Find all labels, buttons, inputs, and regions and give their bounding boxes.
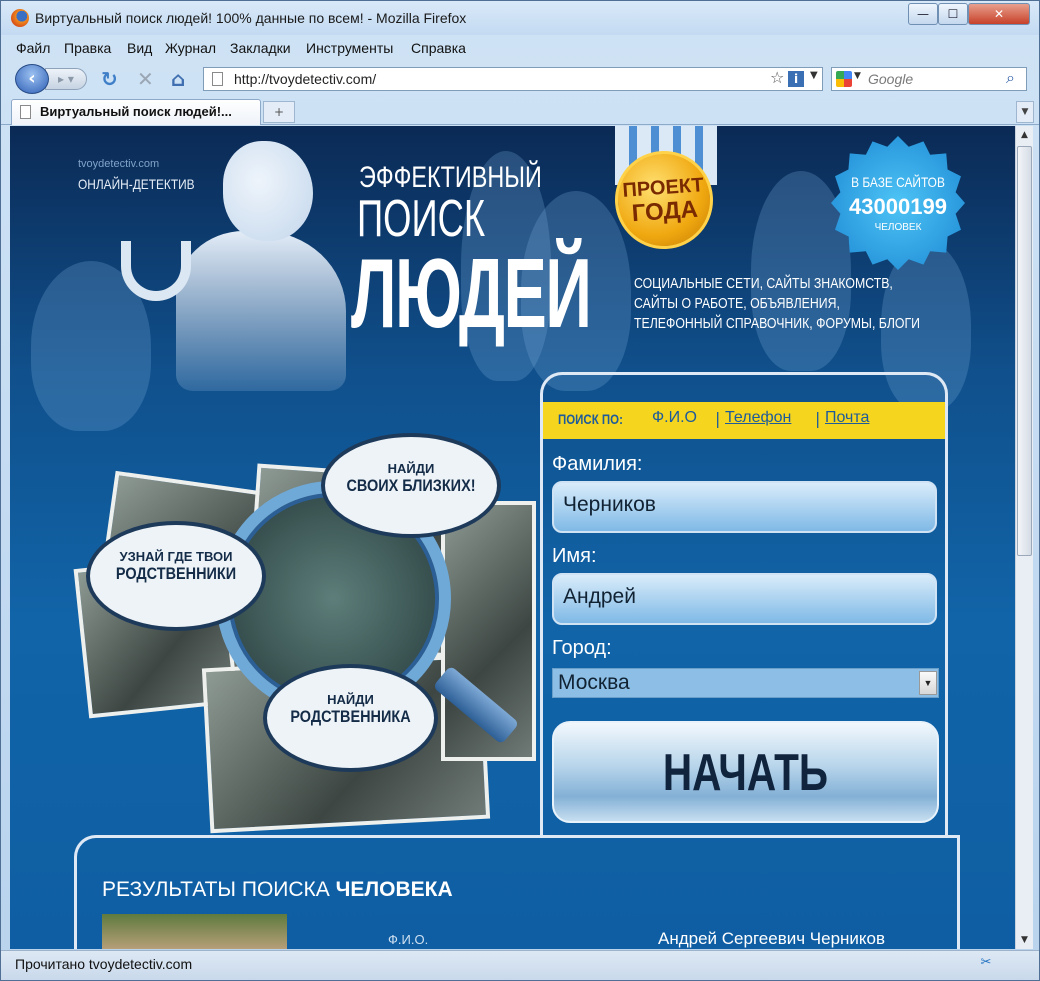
- maximize-button[interactable]: ☐: [938, 3, 968, 25]
- sources-line: ТЕЛЕФОННЫЙ СПРАВОЧНИК, ФОРУМЫ, БЛОГИ: [634, 315, 921, 332]
- tab-label[interactable]: Виртуальный поиск людей!...: [40, 104, 232, 119]
- tab-mail[interactable]: Почта: [825, 409, 869, 427]
- heading-line-3: ЛЮДЕЙ: [351, 238, 592, 348]
- page-icon: [212, 72, 223, 86]
- menu-history[interactable]: Журнал: [165, 40, 216, 56]
- sources-list: СОЦИАЛЬНЫЕ СЕТИ, САЙТЫ ЗНАКОМСТВ, САЙТЫ …: [634, 274, 920, 334]
- detective-head: [223, 141, 313, 241]
- google-icon[interactable]: [836, 71, 852, 87]
- database-count-badge: В БАЗЕ САЙТОВ 43000199 ЧЕЛОВЕК: [831, 136, 965, 270]
- info-icon[interactable]: i: [788, 71, 804, 87]
- bubble-small-text: НАЙДИ: [387, 461, 435, 476]
- window-title: Виртуальный поиск людей! 100% данные по …: [35, 10, 467, 26]
- address-bar[interactable]: http://tvoydetectiv.com/ ☆ i ▼: [203, 67, 823, 91]
- start-search-label: НАЧАТЬ ПОИСК: [662, 744, 829, 802]
- chevron-down-icon[interactable]: ▼: [854, 71, 861, 81]
- search-icon[interactable]: ⌕: [1006, 68, 1015, 88]
- tabs-list-button[interactable]: ▼: [1016, 101, 1034, 123]
- scroll-up-arrow[interactable]: ▲: [1016, 126, 1033, 144]
- menu-view[interactable]: Вид: [127, 40, 152, 56]
- badge-unit: ЧЕЛОВЕК: [874, 222, 922, 233]
- close-button[interactable]: ✕: [968, 3, 1030, 25]
- scroll-down-arrow[interactable]: ▼: [1016, 931, 1033, 949]
- results-panel: РЕЗУЛЬТАТЫ ПОИСКА ЧЕЛОВЕКА Ф.И.О. Андрей…: [74, 835, 960, 949]
- bubble-big-text: СВОИХ БЛИЗКИХ!: [346, 476, 476, 495]
- search-bar[interactable]: ▼ Google ⌕: [831, 67, 1027, 91]
- bubble-small-text: НАЙДИ: [327, 692, 374, 707]
- city-select[interactable]: Москва ▼: [552, 668, 939, 698]
- sources-line: СОЦИАЛЬНЫЕ СЕТИ, САЙТЫ ЗНАКОМСТВ,: [634, 275, 893, 292]
- bubble-big-text: РОДСТВЕННИКИ: [115, 564, 237, 583]
- tab-bar: Виртуальный поиск людей!... + ▼: [1, 98, 1039, 125]
- reload-icon[interactable]: ↻: [101, 67, 118, 91]
- start-search-button[interactable]: НАЧАТЬ ПОИСК: [552, 721, 939, 823]
- tab-separator: |: [815, 409, 821, 428]
- title-bar: Виртуальный поиск людей! 100% данные по …: [1, 1, 1039, 35]
- sources-line: САЙТЫ О РАБОТЕ, ОБЪЯВЛЕНИЯ,: [634, 295, 840, 312]
- menu-tools[interactable]: Инструменты: [306, 40, 393, 56]
- results-title-prefix: РЕЗУЛЬТАТЫ ПОИСКА: [102, 878, 336, 901]
- stop-icon[interactable]: ✕: [137, 67, 154, 91]
- site-tagline: ОНЛАЙН-ДЕТЕКТИВ: [78, 176, 195, 192]
- firefox-icon: [11, 9, 29, 27]
- site-domain: tvoydetectiv.com: [78, 158, 160, 170]
- name-label: Имя:: [552, 545, 597, 567]
- speech-bubble: УЗНАЙ ГДЕ ТВОИ РОДСТВЕННИКИ: [86, 521, 266, 631]
- page-icon: [20, 105, 31, 119]
- surname-label: Фамилия:: [552, 453, 643, 475]
- browser-window: Виртуальный поиск людей! 100% данные по …: [0, 0, 1040, 981]
- badge-label: В БАЗЕ САЙТОВ: [851, 174, 945, 190]
- chevron-down-icon[interactable]: ▼: [919, 671, 937, 695]
- vertical-scrollbar[interactable]: ▲ ▼: [1015, 126, 1033, 949]
- forward-button[interactable]: ▸ ▾: [45, 68, 87, 90]
- bubble-small-text: УЗНАЙ ГДЕ ТВОИ: [119, 549, 233, 564]
- page-content: tvoydetectiv.com ОНЛАЙН-ДЕТЕКТИВ ЭФФЕКТИ…: [10, 126, 1015, 949]
- menu-edit[interactable]: Правка: [64, 40, 111, 56]
- results-title-bold: ЧЕЛОВЕКА: [335, 878, 453, 901]
- menu-bar: Файл Правка Вид Журнал Закладки Инструме…: [1, 37, 1039, 59]
- minimize-button[interactable]: —: [908, 3, 938, 25]
- surname-field[interactable]: Черников: [552, 481, 937, 533]
- url-text[interactable]: http://tvoydetectiv.com/: [234, 71, 376, 87]
- result-name: Андрей Сергеевич Черников: [658, 929, 886, 948]
- city-label: Город:: [552, 637, 612, 659]
- home-icon[interactable]: ⌂: [171, 67, 185, 91]
- scrollbar-thumb[interactable]: [1017, 146, 1032, 556]
- city-value: Москва: [558, 671, 630, 694]
- search-input[interactable]: Google: [868, 71, 913, 87]
- bubble-big-text: РОДСТВЕННИКА: [290, 707, 411, 726]
- person-photo: [102, 914, 287, 949]
- menu-file[interactable]: Файл: [16, 40, 50, 56]
- search-by-label: ПОИСК ПО:: [558, 411, 623, 427]
- menu-help[interactable]: Справка: [411, 40, 466, 56]
- status-bar: Прочитано tvoydetectiv.com ✂: [1, 950, 1039, 980]
- search-form: ПОИСК ПО: Ф.И.О | Телефон | Почта Фамили…: [540, 372, 948, 836]
- badge-count: 43000199: [849, 194, 947, 219]
- speech-bubble: НАЙДИ СВОИХ БЛИЗКИХ!: [321, 433, 501, 538]
- bookmark-star-icon[interactable]: ☆: [770, 68, 784, 87]
- back-button[interactable]: ‹: [15, 64, 49, 94]
- menu-bookmarks[interactable]: Закладки: [230, 40, 291, 56]
- status-text: Прочитано tvoydetectiv.com: [15, 956, 193, 972]
- addon-icon[interactable]: ✂: [977, 955, 995, 973]
- detective-silhouette: [176, 231, 346, 391]
- medal-line-2: ГОДА: [630, 195, 699, 228]
- new-tab-button[interactable]: +: [263, 101, 295, 123]
- tab-phone[interactable]: Телефон: [725, 409, 791, 427]
- results-title: РЕЗУЛЬТАТЫ ПОИСКА ЧЕЛОВЕКА: [102, 878, 453, 902]
- search-type-tabs: ПОИСК ПО: Ф.И.О | Телефон | Почта: [543, 402, 945, 439]
- name-field[interactable]: Андрей: [552, 573, 937, 625]
- speech-bubble: НАЙДИ РОДСТВЕННИКА: [263, 664, 438, 772]
- chevron-down-icon[interactable]: ▼: [810, 70, 818, 81]
- tab-fio[interactable]: Ф.И.О: [652, 409, 697, 427]
- result-fio-label: Ф.И.О.: [388, 932, 429, 947]
- tab-active[interactable]: Виртуальный поиск людей!...: [11, 99, 261, 125]
- tab-separator: |: [715, 409, 721, 428]
- navigation-toolbar: ▸ ▾ ‹ ↻ ✕ ⌂ http://tvoydetectiv.com/ ☆ i…: [1, 61, 1039, 97]
